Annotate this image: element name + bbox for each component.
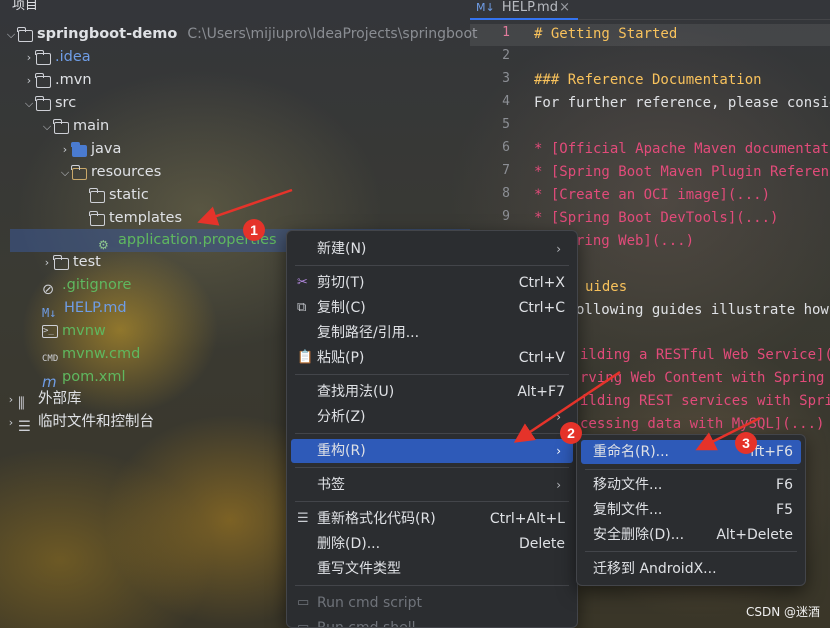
annotation-badge-3: 3 [735,432,757,454]
annotation-badge-1: 1 [243,219,265,241]
watermark: CSDN @迷酒 [745,605,820,619]
annotation-arrows [197,188,761,451]
annotation-badge-2: 2 [560,422,582,444]
annotation-arrow-1 [197,188,293,226]
